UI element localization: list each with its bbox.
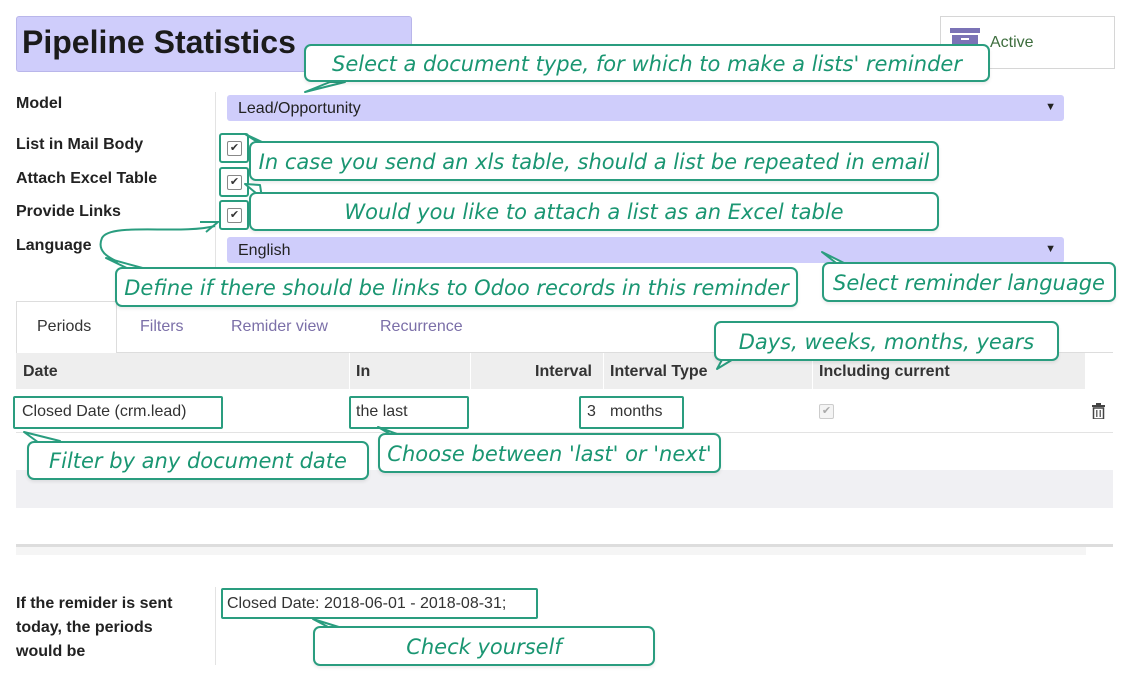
period-preview-label-line: If the remider is sent	[16, 595, 173, 612]
callout-text: Check yourself	[406, 635, 562, 659]
period-preview-label-line: today, the periods	[16, 619, 153, 636]
model-value: Lead/Opportunity	[238, 100, 361, 117]
language-select[interactable]: English ▼	[227, 237, 1064, 263]
tab-recurrence[interactable]: Recurrence	[380, 318, 463, 336]
field-separator	[215, 587, 216, 665]
language-label: Language	[16, 237, 92, 254]
list-in-mail-label: List in Mail Body	[16, 136, 144, 153]
callout-text: Choose between 'last' or 'next'	[387, 442, 712, 466]
active-label: Active	[990, 34, 1034, 51]
callout-language: Select reminder language	[822, 262, 1116, 302]
callout-last-next: Choose between 'last' or 'next'	[378, 433, 721, 473]
callout-links: Define if there should be links to Odoo …	[115, 267, 798, 307]
field-separator	[215, 92, 216, 268]
period-preview-label: If the remider is sent today, the period…	[16, 592, 173, 664]
dropdown-arrow-icon: ▼	[1045, 243, 1056, 255]
column-separator	[603, 353, 604, 389]
column-header-including-current[interactable]: Including current	[819, 363, 950, 381]
column-header-date[interactable]: Date	[23, 363, 58, 381]
period-preview-value: Closed Date: 2018-06-01 - 2018-08-31;	[227, 595, 507, 612]
callout-check: Check yourself	[313, 626, 655, 666]
table-cell-interval-type[interactable]: months	[610, 403, 662, 421]
column-header-in[interactable]: In	[356, 363, 370, 381]
provide-links-checkbox[interactable]: ✔	[227, 208, 242, 223]
callout-text: Select reminder language	[833, 271, 1105, 295]
table-cell-interval[interactable]: 3	[587, 403, 596, 421]
callout-text: Select a document type, for which to mak…	[332, 52, 962, 76]
callout-text: Days, weeks, months, years	[738, 330, 1035, 354]
list-in-mail-checkbox[interactable]: ✔	[227, 141, 242, 156]
callout-text: In case you send an xls table, should a …	[258, 150, 930, 174]
provide-links-label: Provide Links	[16, 203, 121, 220]
period-preview-label-line: would be	[16, 643, 86, 660]
callout-pointer	[304, 81, 346, 93]
callout-text: Define if there should be links to Odoo …	[124, 276, 789, 300]
page-title: Pipeline Statistics	[22, 24, 296, 60]
column-separator	[349, 353, 350, 389]
callout-xls-list: In case you send an xls table, should a …	[249, 141, 939, 181]
callout-document-date: Filter by any document date	[27, 441, 369, 480]
table-cell-in[interactable]: the last	[356, 403, 408, 421]
column-separator	[470, 353, 471, 389]
callout-excel-attach: Would you like to attach a list as an Ex…	[249, 192, 939, 231]
table-cell-date[interactable]: Closed Date (crm.lead)	[22, 403, 187, 421]
model-select[interactable]: Lead/Opportunity ▼	[227, 95, 1064, 121]
tab-periods-label[interactable]: Periods	[37, 318, 91, 336]
tab-remider-view[interactable]: Remider view	[231, 318, 328, 336]
language-value: English	[238, 242, 291, 259]
including-current-checkbox[interactable]: ✔	[819, 404, 834, 419]
section-divider-shadow	[16, 547, 1086, 555]
callout-pointer	[99, 225, 216, 263]
model-label: Model	[16, 95, 63, 112]
dropdown-arrow-icon: ▼	[1045, 101, 1056, 113]
tab-filters[interactable]: Filters	[140, 318, 184, 336]
attach-excel-checkbox[interactable]: ✔	[227, 175, 242, 190]
callout-interval-type: Days, weeks, months, years	[714, 321, 1059, 361]
callout-text: Filter by any document date	[49, 449, 347, 473]
callout-document-type: Select a document type, for which to mak…	[304, 44, 990, 82]
attach-excel-label: Attach Excel Table	[16, 170, 158, 187]
trash-icon[interactable]	[1092, 403, 1105, 419]
column-header-interval[interactable]: Interval	[535, 363, 592, 381]
callout-text: Would you like to attach a list as an Ex…	[344, 200, 844, 224]
column-header-interval-type[interactable]: Interval Type	[610, 363, 708, 381]
